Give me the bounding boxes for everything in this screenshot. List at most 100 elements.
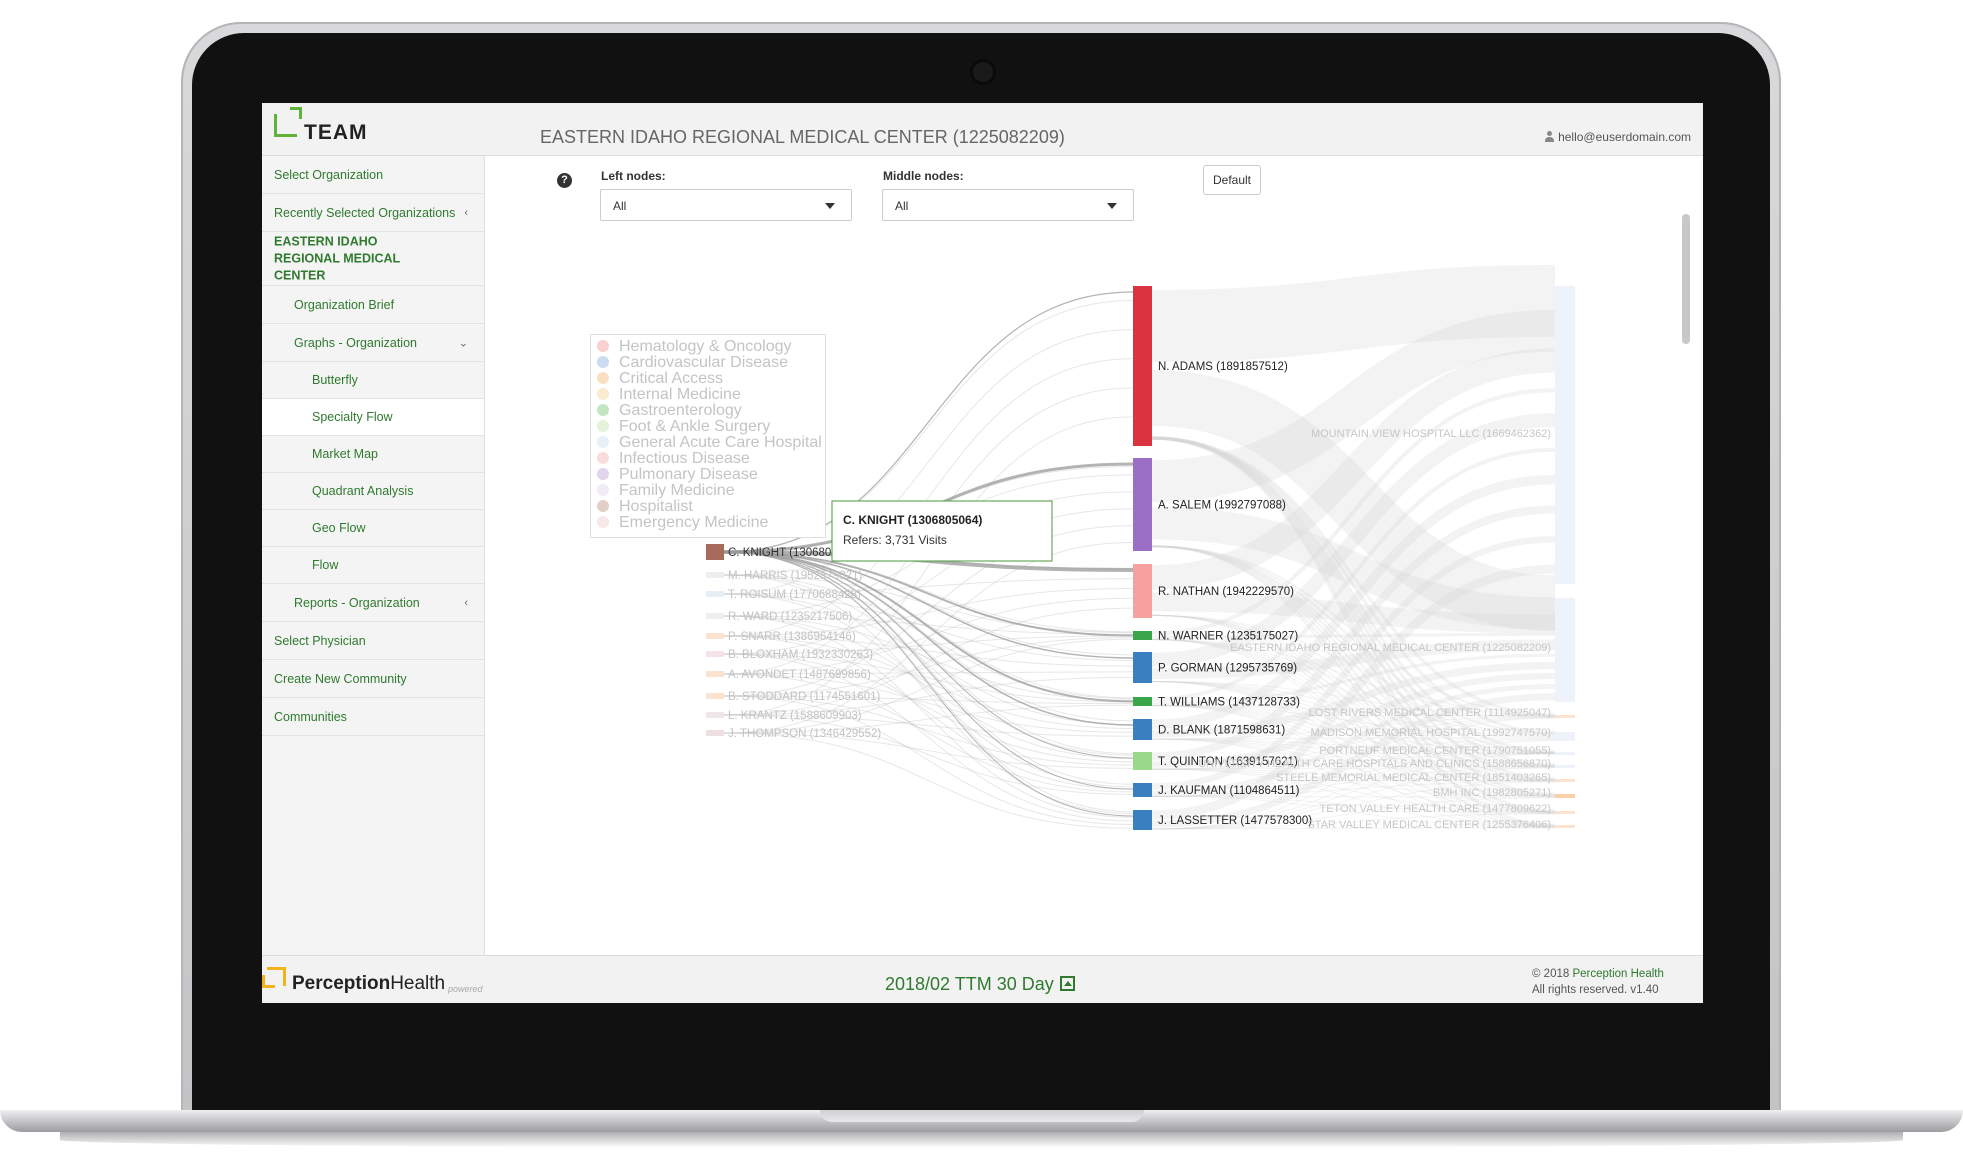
legend-swatch — [597, 436, 609, 448]
chevron-down-icon: ⌄ — [458, 337, 468, 349]
specialty-legend: Hematology & Oncology Cardiovascular Dise… — [590, 334, 826, 538]
right-node[interactable] — [1555, 598, 1575, 702]
left-node[interactable] — [706, 712, 724, 718]
sidebar-item-label: Recently Selected Organizations — [274, 205, 456, 220]
middle-node[interactable] — [1133, 564, 1152, 618]
left-node[interactable] — [706, 671, 724, 677]
rights: All rights reserved. v1.40 — [1532, 984, 1659, 996]
legend-swatch — [597, 452, 609, 464]
right-node-label: EASTERN IDAHO REGIONAL MEDICAL CENTER (1… — [1230, 642, 1551, 654]
copyright: © 2018 Perception Health All rights rese… — [1532, 966, 1664, 998]
legend-label: Emergency Medicine — [619, 514, 769, 531]
sidebar-item-select-organization[interactable]: Select Organization — [262, 156, 484, 194]
sidebar-item-label: Select Organization — [274, 167, 384, 182]
legend-label: Gastroenterology — [619, 402, 742, 419]
left-node[interactable] — [706, 633, 724, 639]
sidebar-item-label: Butterfly — [312, 373, 358, 387]
right-node[interactable] — [1555, 825, 1575, 828]
brand-light: Health — [390, 973, 446, 994]
sidebar-item-label: Select Physician — [274, 633, 366, 648]
left-node[interactable] — [706, 572, 724, 578]
legend-label: Cardiovascular Disease — [619, 354, 788, 371]
right-node-label: BMH INC (1982805271) — [1433, 787, 1551, 799]
team-logo-icon — [274, 107, 302, 137]
period-label: 2018/02 TTM 30 Day — [885, 974, 1054, 994]
sidebar-item-reports-organization[interactable]: Reports - Organization ‹ — [262, 584, 484, 622]
legend-label: Pulmonary Disease — [619, 466, 758, 483]
middle-node-label: T. WILLIAMS (1437128733) — [1158, 697, 1300, 709]
middle-node[interactable] — [1133, 458, 1152, 551]
right-node[interactable] — [1555, 794, 1575, 798]
sidebar-item-recently-selected-organizations[interactable]: Recently Selected Organizations ‹ — [262, 194, 484, 232]
sidebar-item-graphs-organization[interactable]: Graphs - Organization ⌄ — [262, 324, 484, 362]
sidebar-item-label: Market Map — [312, 447, 378, 461]
sidebar-item-flow[interactable]: Flow — [262, 547, 484, 584]
legend-label: Hospitalist — [619, 498, 693, 515]
middle-node[interactable] — [1133, 810, 1152, 830]
laptop-base-notch — [820, 1110, 1144, 1122]
left-node[interactable] — [706, 613, 724, 619]
right-node[interactable] — [1555, 765, 1575, 768]
sidebar-item-butterfly[interactable]: Butterfly — [262, 362, 484, 399]
sidebar-item-label: Organization Brief — [294, 297, 395, 312]
middle-node[interactable] — [1133, 697, 1152, 706]
sidebar-item-select-physician[interactable]: Select Physician — [262, 622, 484, 660]
right-node-label: TETON VALLEY HEALTH CARE (1477809622) — [1319, 803, 1551, 815]
copyright-brand[interactable]: Perception Health — [1572, 968, 1663, 980]
left-node[interactable] — [706, 591, 724, 597]
tooltip-title: C. KNIGHT (1306805064) — [843, 513, 982, 527]
sidebar-item-label: Create New Community — [274, 671, 407, 686]
powered-label: powered — [448, 984, 483, 994]
sidebar-item-label: Specialty Flow — [312, 410, 393, 424]
user-icon — [1545, 131, 1555, 142]
laptop-shadow — [60, 1132, 1903, 1148]
sidebar-item-market-map[interactable]: Market Map — [262, 436, 484, 473]
right-node[interactable] — [1555, 811, 1575, 814]
footer: PerceptionHealth powered 2018/02 TTM 30 … — [262, 955, 1703, 1003]
right-node[interactable] — [1555, 779, 1575, 782]
left-node[interactable] — [706, 544, 724, 560]
left-node[interactable] — [706, 651, 724, 657]
sidebar-item-label: Reports - Organization — [294, 595, 420, 610]
sidebar-item-specialty-flow[interactable]: Specialty Flow — [262, 399, 484, 436]
middle-node[interactable] — [1133, 286, 1152, 446]
left-node-label: A. AVONDET (1487699856) — [728, 669, 871, 681]
left-node[interactable] — [706, 730, 724, 736]
sidebar-item-organization-brief[interactable]: Organization Brief — [262, 286, 484, 324]
right-node[interactable] — [1555, 286, 1575, 584]
middle-node-label: N. ADAMS (1891857512) — [1158, 361, 1288, 373]
left-node-label: T. ROISUM (1770688428) — [728, 589, 861, 601]
middle-node[interactable] — [1133, 631, 1152, 640]
sidebar-item-communities[interactable]: Communities — [262, 698, 484, 736]
left-node-label: B. STODDARD (1174551601) — [728, 691, 881, 703]
sidebar-item-eastern-idaho-regional-medical-center[interactable]: EASTERN IDAHO REGIONAL MEDICAL CENTER — [262, 232, 484, 286]
legend-item[interactable]: Emergency Medicine — [597, 514, 768, 532]
tooltip-text: Refers: 3,731 Visits — [843, 533, 947, 547]
right-node[interactable] — [1555, 715, 1575, 718]
page-title: EASTERN IDAHO REGIONAL MEDICAL CENTER (1… — [540, 127, 1065, 147]
legend-label: Internal Medicine — [619, 386, 741, 403]
sankey-link[interactable] — [723, 714, 1134, 795]
middle-node[interactable] — [1133, 719, 1152, 740]
user-menu[interactable]: hello@euserdomain.com — [1545, 130, 1691, 144]
legend-swatch — [597, 484, 609, 496]
perception-health-logo-icon — [262, 967, 286, 988]
sidebar-item-quadrant-analysis[interactable]: Quadrant Analysis — [262, 473, 484, 510]
right-node-label: PORTNEUF MEDICAL CENTER (1790751055) — [1319, 745, 1551, 757]
middle-node[interactable] — [1133, 752, 1152, 770]
middle-node[interactable] — [1133, 652, 1152, 683]
sidebar-item-create-new-community[interactable]: Create New Community — [262, 660, 484, 698]
user-email: hello@euserdomain.com — [1558, 130, 1691, 144]
middle-node-label: R. NATHAN (1942229570) — [1158, 586, 1294, 598]
middle-node-label: P. GORMAN (1295735769) — [1158, 663, 1297, 675]
sidebar-item-geo-flow[interactable]: Geo Flow — [262, 510, 484, 547]
period-selector[interactable]: 2018/02 TTM 30 Day — [885, 974, 1075, 995]
app-logo-text: TEAM — [304, 121, 368, 144]
right-node[interactable] — [1555, 752, 1575, 755]
sidebar-item-label: Quadrant Analysis — [312, 484, 414, 498]
left-node[interactable] — [706, 693, 724, 699]
right-node[interactable] — [1555, 732, 1575, 741]
middle-node[interactable] — [1133, 783, 1152, 797]
copyright-prefix: © 2018 — [1532, 968, 1573, 980]
left-node-label: B. BLOXHAM (1932330263) — [728, 649, 873, 661]
